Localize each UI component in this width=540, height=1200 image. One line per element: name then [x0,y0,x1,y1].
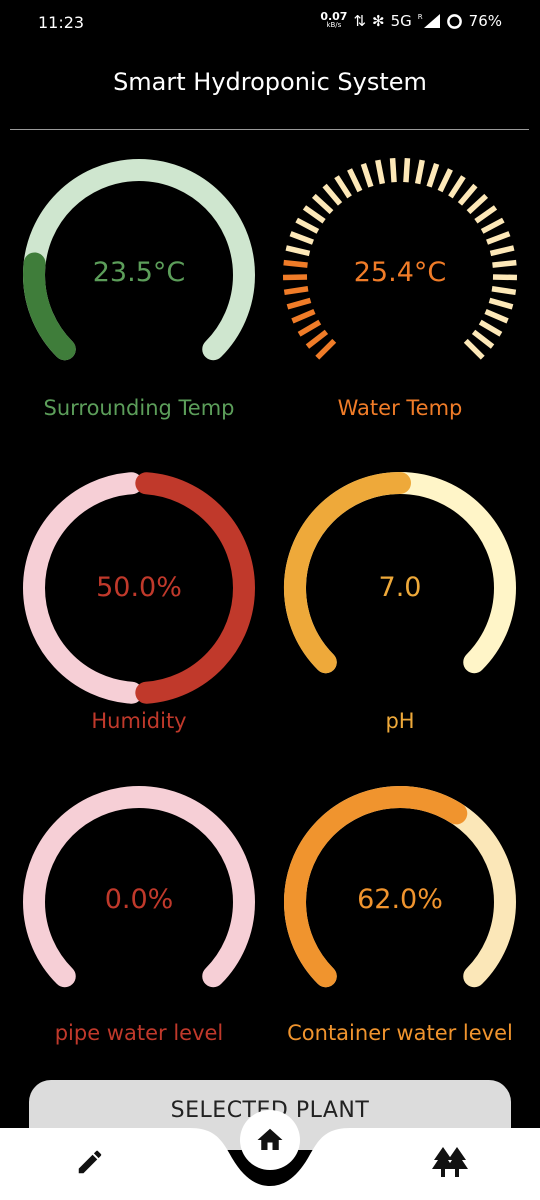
gauge-segment [414,159,425,185]
signal-icon [423,14,440,28]
network-speed-value: 0.07 [320,10,348,23]
gauge-water-temp: 25.4°C [280,155,520,395]
gauge-segment [486,231,511,245]
gauge-segment [448,175,466,199]
network-type: 5G [390,12,412,30]
gauge-segment [305,329,329,349]
battery-icon [446,13,462,29]
gauge-segment [334,175,352,199]
bluetooth-icon: ✻ [372,12,385,30]
gauge-segment [488,297,514,310]
gauge-label-surrounding-temp: Surrounding Temp [43,396,235,420]
gauge-value: 50.0% [96,572,182,603]
gauge-pipe-water-level: 0.0% [19,782,259,1022]
gauge-label-ph: pH [385,709,415,733]
status-bar: 11:23 0.07 kB/s ⇅ ✻ 5G R 76% [0,0,540,48]
gauge-value: 23.5°C [92,257,186,288]
gauge-label-water-temp: Water Temp [337,396,463,420]
gauge-value: 7.0 [378,572,422,603]
home-icon [257,1128,283,1150]
gauge-segment [463,338,485,360]
gauge-segment [480,217,505,234]
app-title: Smart Hydroponic System [113,68,427,96]
gauge-value: 25.4°C [353,257,447,288]
plants-button[interactable] [428,1142,472,1182]
gauge-segment [471,329,495,349]
gauge-segment [302,205,326,224]
edit-button[interactable] [70,1142,110,1182]
gauge-segment [315,338,337,360]
network-speed: 0.07 kB/s [320,10,348,30]
gauge-segment [289,231,314,245]
status-icons: 0.07 kB/s ⇅ ✻ 5G R 76% [320,10,502,30]
gauge-segment [295,217,320,234]
gauge-segment [484,308,509,324]
gauge-segment [491,286,517,296]
gauge-segment [286,297,312,310]
gauge-segment [375,159,386,185]
gauge-label-humidity: Humidity [91,709,187,733]
gauge-segment [283,286,309,296]
gauge-container-water-level: 62.0% [280,782,520,1022]
gauge-segment [360,163,374,188]
battery-percent: 76% [468,12,502,30]
network-speed-unit: kB/s [326,21,342,29]
trees-icon [432,1147,468,1177]
gauge-segment [478,319,503,337]
pencil-icon [78,1150,102,1174]
gauge-segment [474,205,498,224]
gauge-humidity: 50.0% [19,468,259,708]
gauge-segment [347,168,363,193]
gauge-ph: 7.0 [280,468,520,708]
title-divider [10,129,529,130]
gauge-segment [457,183,478,206]
gauge-segment [489,245,515,257]
gauge-value: 62.0% [357,884,443,915]
gauge-segment [297,319,322,337]
gauge-segment [466,193,489,215]
gauge-surrounding-temp: 23.5°C [19,155,259,395]
gauge-segment [322,183,343,206]
gauge-segment [403,158,411,183]
gauge-segment [426,163,440,188]
gauge-label-pipe-water-level: pipe water level [54,1021,224,1045]
gauge-label-container-water-level: Container water level [287,1021,513,1045]
home-button[interactable] [240,1110,300,1170]
gauge-segment [311,193,334,215]
roaming-indicator: R [417,13,423,21]
gauge-segment [291,308,316,324]
gauge-segment [389,158,397,183]
gauge-value: 0.0% [104,884,174,915]
status-time: 11:23 [38,13,85,32]
gauge-segment [437,168,453,193]
gauge-segment [285,245,311,257]
data-transfer-icon: ⇅ [353,12,367,30]
